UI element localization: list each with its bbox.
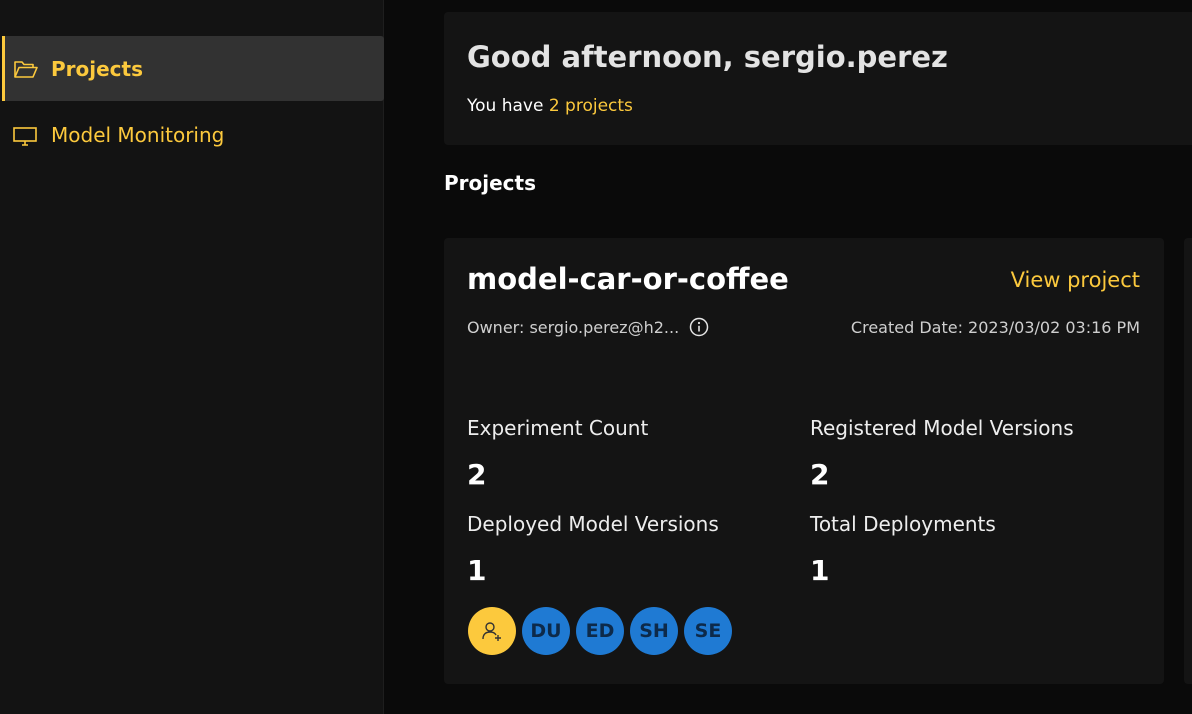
project-card-partial	[1184, 238, 1192, 684]
main-content: Good afternoon, sergio.perez You have 2 …	[385, 0, 1192, 714]
deployed-model-versions-value: 1	[467, 554, 487, 587]
add-user-icon	[482, 622, 501, 641]
greeting-subtitle: You have 2 projects	[467, 96, 633, 116]
sidebar-item-label: Model Monitoring	[51, 122, 225, 147]
experiment-count-value: 2	[467, 458, 487, 491]
avatar[interactable]: SE	[684, 607, 732, 655]
project-name: model-car-or-coffee	[467, 262, 789, 296]
project-owner: Owner: sergio.perez@h2...	[467, 317, 709, 337]
registered-model-versions-label: Registered Model Versions	[810, 416, 1074, 440]
folder-open-icon	[13, 58, 39, 80]
owner-text: Owner: sergio.perez@h2...	[467, 317, 680, 337]
collaborator-avatars: DU ED SH SE	[468, 607, 738, 655]
project-card: model-car-or-coffee View project Owner: …	[444, 238, 1164, 684]
registered-model-versions-value: 2	[810, 458, 830, 491]
greeting-card: Good afternoon, sergio.perez You have 2 …	[444, 12, 1192, 145]
created-date: Created Date: 2023/03/02 03:16 PM	[850, 318, 1140, 337]
sidebar: Projects Model Monitoring	[0, 0, 384, 714]
sidebar-item-projects[interactable]: Projects	[2, 36, 384, 101]
greeting-prefix: You have	[467, 96, 549, 116]
view-project-link[interactable]: View project	[1011, 268, 1140, 292]
info-icon[interactable]	[689, 317, 709, 337]
total-deployments-value: 1	[810, 554, 830, 587]
sidebar-item-model-monitoring[interactable]: Model Monitoring	[2, 102, 384, 167]
avatar[interactable]: DU	[522, 607, 570, 655]
section-title: Projects	[444, 171, 537, 195]
deployed-model-versions-label: Deployed Model Versions	[467, 512, 719, 536]
avatar[interactable]: ED	[576, 607, 624, 655]
monitor-icon	[13, 124, 39, 146]
greeting-title: Good afternoon, sergio.perez	[467, 40, 948, 74]
avatar[interactable]: SH	[630, 607, 678, 655]
experiment-count-label: Experiment Count	[467, 416, 649, 440]
add-user-button[interactable]	[468, 607, 516, 655]
projects-count-link[interactable]: 2 projects	[549, 96, 633, 116]
total-deployments-label: Total Deployments	[810, 512, 996, 536]
sidebar-item-label: Projects	[51, 56, 144, 81]
